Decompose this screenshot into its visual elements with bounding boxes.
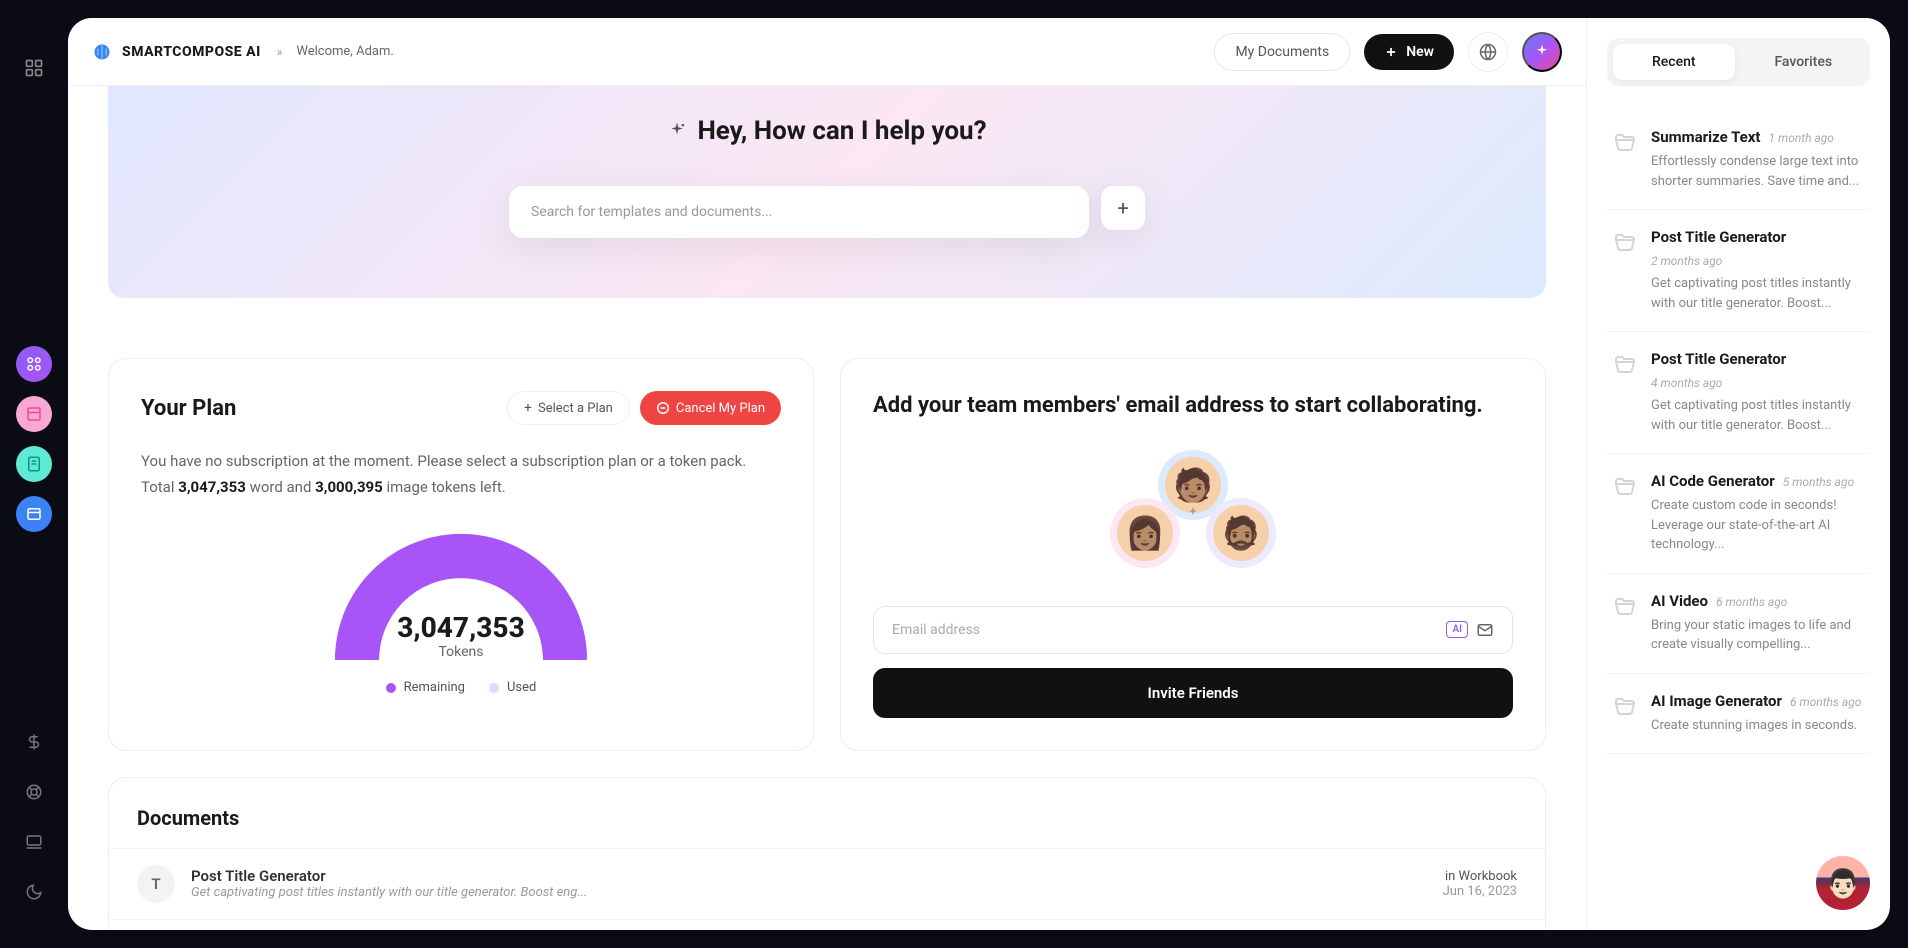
breadcrumb-chevrons-icon: » <box>277 45 283 59</box>
plan-card: Your Plan + Select a Plan Cancel My Plan <box>108 358 814 751</box>
nav-darkmode-icon[interactable] <box>16 874 52 910</box>
new-button-label: New <box>1406 44 1434 60</box>
folder-open-icon <box>1613 352 1637 376</box>
select-plan-button[interactable]: + Select a Plan <box>507 391 630 425</box>
user-avatar-button[interactable]: 👨🏻 <box>1816 856 1870 910</box>
recent-item-desc: Effortlessly condense large text into sh… <box>1651 152 1864 191</box>
nav-billing-icon[interactable] <box>16 724 52 760</box>
folder-open-icon <box>1613 130 1637 154</box>
sidebar-tabs: Recent Favorites <box>1607 38 1870 86</box>
recent-item-title: Post Title Generator <box>1651 228 1786 246</box>
folder-open-icon <box>1613 230 1637 254</box>
plus-icon: + <box>1190 504 1197 518</box>
legend-remaining: Remaining <box>386 680 465 695</box>
topbar: SMARTCOMPOSE AI » Welcome, Adam. My Docu… <box>68 18 1586 86</box>
tab-favorites[interactable]: Favorites <box>1743 44 1865 80</box>
team-avatars: 🧑🏽 👩🏽 🧔🏽 + <box>873 450 1513 570</box>
recent-item[interactable]: AI Code Generator 5 months ago Create cu… <box>1607 454 1870 574</box>
recent-item-title: AI Video <box>1651 592 1708 610</box>
recent-item-time: 1 month ago <box>1769 131 1834 145</box>
nav-apps-icon[interactable] <box>16 346 52 382</box>
document-row[interactable]: Article Generator in Workbook <box>109 919 1545 930</box>
document-badge: T <box>137 865 175 903</box>
document-row[interactable]: T Post Title Generator Get captivating p… <box>109 848 1545 919</box>
recent-item-time: 2 months ago <box>1651 254 1722 268</box>
right-panel: Recent Favorites Summarize Text 1 month … <box>1586 18 1890 930</box>
recent-item-time: 5 months ago <box>1783 475 1854 489</box>
brand-name: SMARTCOMPOSE AI <box>122 44 261 60</box>
document-desc: Get captivating post titles instantly wi… <box>191 885 1443 900</box>
team-title: Add your team members' email address to … <box>873 391 1513 422</box>
center-scroll-area: SMARTCOMPOSE AI » Welcome, Adam. My Docu… <box>68 18 1586 930</box>
nav-templates-icon[interactable] <box>16 396 52 432</box>
recent-item-title: AI Image Generator <box>1651 692 1782 710</box>
folder-open-icon <box>1613 594 1637 618</box>
recent-item-time: 6 months ago <box>1716 595 1787 609</box>
tab-recent[interactable]: Recent <box>1613 44 1735 80</box>
hero-banner: Hey, How can I help you? + <box>108 86 1546 298</box>
token-gauge: 3,047,353 Tokens Remaining Used <box>141 530 781 695</box>
recent-item-title: Summarize Text <box>1651 128 1761 146</box>
cancel-plan-button[interactable]: Cancel My Plan <box>640 391 781 425</box>
recent-item[interactable]: Post Title Generator 2 months ago Get ca… <box>1607 210 1870 332</box>
documents-card: Documents T Post Title Generator Get cap… <box>108 777 1546 930</box>
recent-item-time: 4 months ago <box>1651 376 1722 390</box>
recent-item-desc: Bring your static images to life and cre… <box>1651 616 1864 655</box>
main-panel: SMARTCOMPOSE AI » Welcome, Adam. My Docu… <box>68 18 1890 930</box>
recent-item-desc: Create custom code in seconds! Leverage … <box>1651 496 1864 555</box>
document-location: in Workbook <box>1443 869 1517 884</box>
document-name: Post Title Generator <box>191 867 1443 885</box>
recent-item[interactable]: Post Title Generator 4 months ago Get ca… <box>1607 332 1870 454</box>
legend-used: Used <box>489 680 536 695</box>
invite-friends-button[interactable]: Invite Friends <box>873 668 1513 718</box>
recent-item-desc: Create stunning images in seconds. <box>1651 716 1864 736</box>
plan-title: Your Plan <box>141 396 236 421</box>
welcome-text: Welcome, Adam. <box>296 44 393 59</box>
documents-title: Documents <box>109 806 1545 830</box>
mail-icon <box>1476 621 1494 639</box>
search-add-button[interactable]: + <box>1101 186 1145 230</box>
folder-open-icon <box>1613 694 1637 718</box>
folder-open-icon <box>1613 474 1637 498</box>
logo[interactable]: SMARTCOMPOSE AI <box>92 42 261 62</box>
nav-grid-icon[interactable] <box>16 50 52 86</box>
plan-description: You have no subscription at the moment. … <box>141 449 781 500</box>
recent-item-time: 6 months ago <box>1790 695 1861 709</box>
hero-title: Hey, How can I help you? <box>108 116 1546 146</box>
team-card: Add your team members' email address to … <box>840 358 1546 751</box>
language-button[interactable] <box>1468 32 1508 72</box>
recent-item[interactable]: AI Video 6 months ago Bring your static … <box>1607 574 1870 674</box>
search-input[interactable] <box>509 186 1089 238</box>
nav-desktop-icon[interactable] <box>16 824 52 860</box>
recent-item[interactable]: AI Image Generator 6 months ago Create s… <box>1607 674 1870 755</box>
nav-folder-icon[interactable] <box>16 496 52 532</box>
ai-sparkle-button[interactable] <box>1522 32 1562 72</box>
recent-item-title: Post Title Generator <box>1651 350 1786 368</box>
nav-support-icon[interactable] <box>16 774 52 810</box>
gauge-label: Tokens <box>331 644 591 660</box>
team-email-input[interactable] <box>892 622 1446 638</box>
document-date: Jun 16, 2023 <box>1443 884 1517 899</box>
nav-docs-icon[interactable] <box>16 446 52 482</box>
dark-sidebar <box>0 0 68 948</box>
recent-item-desc: Get captivating post titles instantly wi… <box>1651 274 1864 313</box>
new-button[interactable]: New <box>1364 34 1454 70</box>
ai-badge-icon: AI <box>1446 621 1468 638</box>
recent-item-title: AI Code Generator <box>1651 472 1775 490</box>
my-documents-button[interactable]: My Documents <box>1214 33 1350 71</box>
gauge-value: 3,047,353 <box>331 611 591 644</box>
recent-item[interactable]: Summarize Text 1 month ago Effortlessly … <box>1607 110 1870 210</box>
recent-item-desc: Get captivating post titles instantly wi… <box>1651 396 1864 435</box>
